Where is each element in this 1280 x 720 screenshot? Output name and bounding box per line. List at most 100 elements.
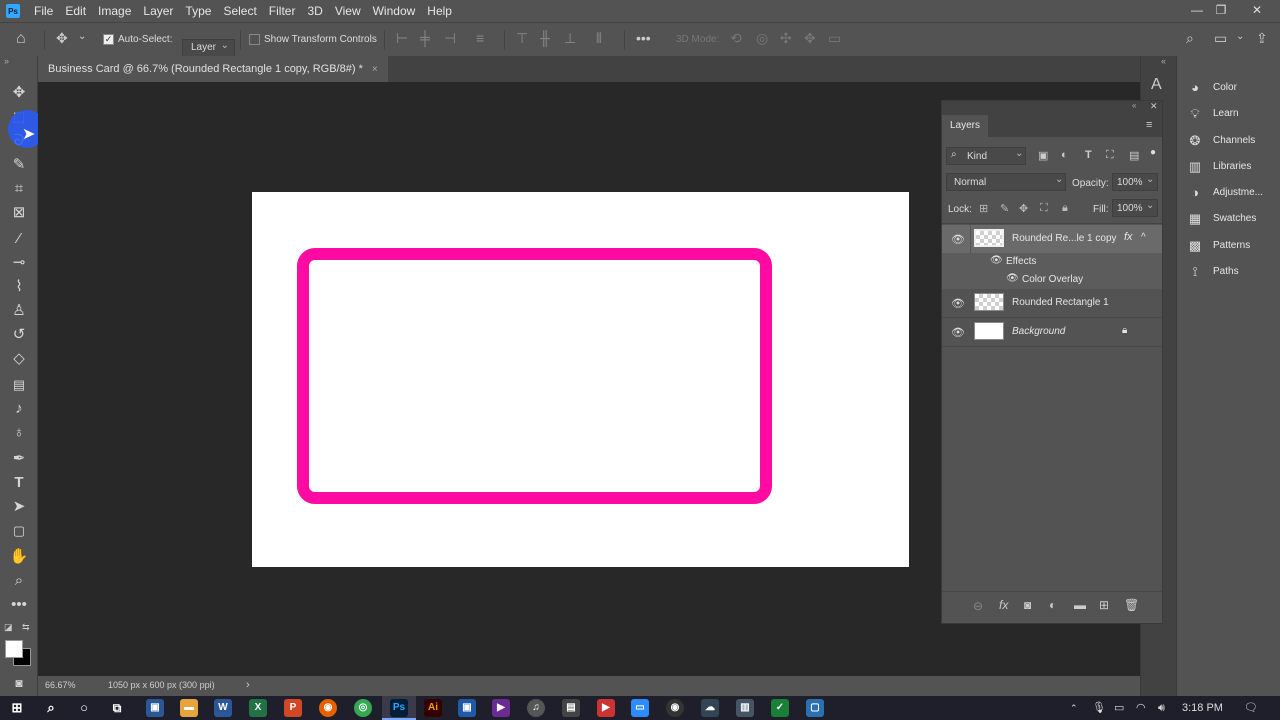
- brush-tool-icon[interactable]: ⌇: [7, 276, 31, 298]
- collapse-toolbar-icon[interactable]: »: [4, 56, 9, 66]
- new-layer-icon[interactable]: ⊞: [1099, 598, 1109, 612]
- visibility-eye-icon[interactable]: 👁︎: [951, 233, 965, 246]
- dock-item-color[interactable]: ◕ Color: [1177, 77, 1280, 99]
- 3d-pan-icon[interactable]: ✣: [780, 30, 792, 47]
- align-middle-icon[interactable]: ╫: [540, 30, 550, 46]
- filter-pixel-icon[interactable]: ▣: [1038, 149, 1048, 162]
- distribute-icon[interactable]: ≡: [476, 30, 484, 46]
- video-editor-icon[interactable]: ▶: [492, 699, 510, 717]
- menu-layer[interactable]: Layer: [137, 0, 179, 22]
- app-icon[interactable]: ✓: [771, 699, 789, 717]
- eraser-tool-icon[interactable]: ◇: [7, 348, 31, 370]
- filter-shape-icon[interactable]: ⛶: [1106, 149, 1114, 162]
- app-icon[interactable]: ▥: [736, 699, 754, 717]
- type-tool-icon[interactable]: T: [7, 472, 31, 494]
- app-icon[interactable]: ▶: [597, 699, 615, 717]
- layer-row-rounded-rectangle-1-copy[interactable]: 👁︎ Rounded Re...le 1 copy fx ^: [942, 225, 1162, 253]
- gradient-tool-icon[interactable]: ▤: [7, 374, 31, 396]
- align-bottom-icon[interactable]: ⊥: [564, 30, 576, 47]
- dock-item-paths[interactable]: ⟟ Paths: [1177, 261, 1280, 283]
- app-icon[interactable]: ☁: [701, 699, 719, 717]
- layer-filter-dropdown[interactable]: ⌕ Kind ⌄: [946, 147, 1026, 165]
- lock-position-icon[interactable]: ✥: [1019, 202, 1028, 215]
- chevron-down-icon[interactable]: ⌄: [1236, 31, 1244, 42]
- menu-file[interactable]: File: [28, 0, 59, 22]
- dock-item-patterns[interactable]: ▩ Patterns: [1177, 235, 1280, 257]
- add-mask-icon[interactable]: ◙: [1024, 598, 1031, 612]
- document-tab[interactable]: Business Card @ 66.7% (Rounded Rectangle…: [38, 56, 388, 82]
- quick-mask-icon[interactable]: ◙: [7, 672, 31, 694]
- new-group-icon[interactable]: ▬: [1074, 598, 1086, 612]
- illustrator-taskbar-icon[interactable]: Ai: [424, 699, 442, 717]
- dock-item-libraries[interactable]: ▥ Libraries: [1177, 156, 1280, 178]
- layer-row-rounded-rectangle-1[interactable]: 👁︎ Rounded Rectangle 1: [942, 289, 1162, 317]
- dodge-tool-icon[interactable]: ♁: [7, 422, 31, 444]
- close-button[interactable]: ✕: [1242, 0, 1272, 22]
- windows-start-icon[interactable]: ⊞: [8, 699, 26, 717]
- auto-select-checkbox[interactable]: ✓: [103, 33, 114, 45]
- obs-icon[interactable]: ◉: [666, 699, 684, 717]
- share-icon[interactable]: ⇪: [1256, 30, 1268, 47]
- delete-layer-icon[interactable]: 🗑︎: [1124, 598, 1139, 612]
- menu-filter[interactable]: Filter: [263, 0, 302, 22]
- 3d-slide-icon[interactable]: ✥: [804, 30, 816, 47]
- lock-all-icon[interactable]: 🔒︎: [1062, 202, 1068, 215]
- notifications-icon[interactable]: 🗨︎: [1244, 696, 1258, 720]
- expand-effects-icon[interactable]: ^: [1141, 232, 1146, 243]
- task-view-icon[interactable]: ⧉: [108, 699, 126, 717]
- menu-window[interactable]: Window: [367, 0, 422, 22]
- home-icon[interactable]: ⌂: [16, 30, 26, 48]
- close-panel-icon[interactable]: ✕: [1150, 101, 1158, 112]
- align-left-icon[interactable]: ⊢: [396, 30, 408, 47]
- frame-tool-icon[interactable]: ⊠: [7, 202, 31, 224]
- menu-image[interactable]: Image: [92, 0, 137, 22]
- wifi-icon[interactable]: ◠: [1136, 696, 1146, 720]
- search-icon[interactable]: ⌕: [1186, 30, 1194, 47]
- zoom-level[interactable]: 66.67%: [45, 680, 76, 690]
- layer-name[interactable]: Rounded Re...le 1 copy: [1012, 233, 1117, 244]
- menu-help[interactable]: Help: [421, 0, 458, 22]
- path-selection-tool-icon[interactable]: ➤: [7, 496, 31, 518]
- lock-image-icon[interactable]: ✎: [1000, 202, 1009, 215]
- document-canvas[interactable]: [252, 192, 909, 567]
- crop-tool-icon[interactable]: ⌗: [7, 178, 31, 200]
- tray-expand-icon[interactable]: ⌃: [1070, 696, 1078, 720]
- lock-artboard-icon[interactable]: ⛶: [1040, 202, 1048, 215]
- align-top-icon[interactable]: ⊤: [516, 30, 528, 47]
- distribute-vertical-icon[interactable]: ⫴: [596, 30, 602, 47]
- dock-item-swatches[interactable]: ▦ Swatches: [1177, 208, 1280, 230]
- app-icon[interactable]: ▤: [562, 699, 580, 717]
- show-transform-checkbox[interactable]: [249, 33, 260, 45]
- align-center-icon[interactable]: ╪: [420, 30, 430, 46]
- move-tool-icon[interactable]: ✥: [7, 82, 31, 104]
- hand-tool-icon[interactable]: ✋: [7, 546, 31, 568]
- shape-tool-icon[interactable]: ▢: [7, 520, 31, 542]
- powerpoint-icon[interactable]: P: [284, 699, 302, 717]
- move-tool-icon[interactable]: ✥: [56, 30, 68, 47]
- store-icon[interactable]: ▣: [146, 699, 164, 717]
- fx-badge[interactable]: fx: [1124, 231, 1133, 243]
- status-menu-arrow-icon[interactable]: ›: [246, 679, 250, 691]
- zoom-tool-icon[interactable]: ⌕: [7, 570, 31, 592]
- swap-colors-icon[interactable]: ⇆: [22, 622, 30, 633]
- quick-selection-tool-icon[interactable]: ✎: [7, 154, 31, 176]
- menu-type[interactable]: Type: [179, 0, 217, 22]
- rounded-rectangle-shape[interactable]: [297, 248, 772, 504]
- dock-item-channels[interactable]: ❂ Channels: [1177, 130, 1280, 152]
- healing-brush-tool-icon[interactable]: ⊸: [7, 252, 31, 274]
- filter-adjustment-icon[interactable]: ◐: [1061, 149, 1068, 161]
- layer-name[interactable]: Background: [1012, 326, 1065, 337]
- filter-toggle-icon[interactable]: ●: [1150, 147, 1156, 158]
- firefox-icon[interactable]: ◉: [319, 699, 337, 717]
- menu-view[interactable]: View: [329, 0, 367, 22]
- dock-item-adjustments[interactable]: ◑ Adjustme...: [1177, 182, 1280, 204]
- 3d-scale-icon[interactable]: ▭: [828, 30, 841, 47]
- chrome-icon[interactable]: ◎: [354, 699, 372, 717]
- layer-thumbnail[interactable]: [974, 322, 1004, 340]
- opacity-field[interactable]: 100% ⌄: [1112, 173, 1158, 191]
- more-options-icon[interactable]: •••: [636, 30, 651, 46]
- align-right-icon[interactable]: ⊣: [444, 30, 456, 47]
- menu-select[interactable]: Select: [217, 0, 262, 22]
- layer-row-background[interactable]: 👁︎ Background 🔒︎: [942, 318, 1162, 346]
- app-icon[interactable]: ▣: [458, 699, 476, 717]
